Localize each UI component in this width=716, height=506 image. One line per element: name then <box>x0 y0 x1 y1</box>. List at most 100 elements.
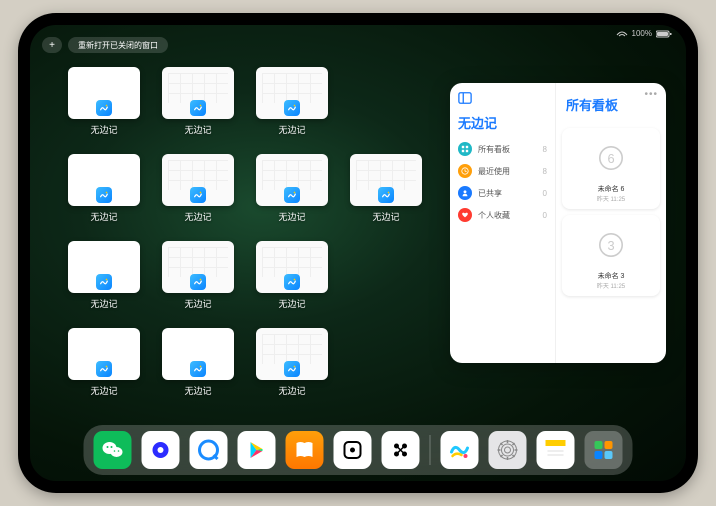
freeform-icon <box>284 100 300 116</box>
freeform-icon <box>96 361 112 377</box>
board-preview: 6 <box>568 134 654 182</box>
window-thumbnail <box>68 67 140 119</box>
dock-app-settings[interactable] <box>489 431 527 469</box>
app-window[interactable]: 无边记 <box>350 154 422 223</box>
window-label: 无边记 <box>90 210 117 223</box>
app-window[interactable]: 无边记 <box>162 241 234 310</box>
freeform-icon <box>378 187 394 203</box>
more-icon[interactable]: ••• <box>644 89 658 100</box>
window-label: 无边记 <box>278 123 305 136</box>
heart-icon <box>458 208 472 222</box>
window-thumbnail <box>162 154 234 206</box>
wifi-icon <box>616 30 628 38</box>
dock-app-dots[interactable] <box>382 431 420 469</box>
tablet-frame: 100% + 重新打开已关闭的窗口 无边记无边记无边记无边记无边记无边记无边记无… <box>18 13 698 493</box>
window-thumbnail <box>68 328 140 380</box>
window-label: 无边记 <box>90 297 117 310</box>
window-thumbnail <box>162 328 234 380</box>
window-label: 无边记 <box>184 210 211 223</box>
window-thumbnail <box>68 241 140 293</box>
panel-boards: ••• 所有看板 6未命名 6昨天 11:253未命名 3昨天 11:25 <box>556 83 666 363</box>
app-window[interactable]: 无边记 <box>68 67 140 136</box>
dock <box>84 425 633 475</box>
window-label: 无边记 <box>372 210 399 223</box>
dock-app-quark[interactable] <box>142 431 180 469</box>
window-label: 无边记 <box>278 384 305 397</box>
app-window[interactable]: 无边记 <box>162 154 234 223</box>
battery-text: 100% <box>632 29 652 38</box>
board-timestamp: 昨天 11:25 <box>568 281 654 290</box>
nav-label: 个人收藏 <box>478 210 537 221</box>
app-window[interactable]: 无边记 <box>256 241 328 310</box>
window-label: 无边记 <box>184 297 211 310</box>
board-timestamp: 昨天 11:25 <box>568 194 654 203</box>
dock-app-books[interactable] <box>286 431 324 469</box>
app-window[interactable]: 无边记 <box>68 154 140 223</box>
person-icon <box>458 186 472 200</box>
reopen-closed-button[interactable]: 重新打开已关闭的窗口 <box>68 37 168 53</box>
freeform-icon <box>284 187 300 203</box>
nav-count: 8 <box>543 145 547 154</box>
freeform-icon <box>190 361 206 377</box>
window-thumbnail <box>256 154 328 206</box>
app-window[interactable]: 无边记 <box>256 154 328 223</box>
dock-app-play[interactable] <box>238 431 276 469</box>
board-preview: 3 <box>568 221 654 269</box>
app-window[interactable]: 无边记 <box>68 328 140 397</box>
dock-app-library[interactable] <box>585 431 623 469</box>
app-window[interactable]: 无边记 <box>162 328 234 397</box>
board-card[interactable]: 6未命名 6昨天 11:25 <box>562 128 660 209</box>
window-thumbnail <box>350 154 422 206</box>
window-thumbnail <box>162 241 234 293</box>
freeform-icon <box>96 274 112 290</box>
board-label: 未命名 6 <box>568 182 654 194</box>
window-thumbnail <box>162 67 234 119</box>
freeform-icon <box>284 274 300 290</box>
window-thumbnail <box>256 67 328 119</box>
app-window[interactable]: 无边记 <box>68 241 140 310</box>
nav-item-person[interactable]: 已共享 0 <box>456 182 549 204</box>
window-label: 无边记 <box>278 210 305 223</box>
window-thumbnail <box>256 328 328 380</box>
battery-icon <box>656 30 672 38</box>
window-label: 无边记 <box>90 384 117 397</box>
freeform-icon <box>190 100 206 116</box>
nav-item-heart[interactable]: 个人收藏 0 <box>456 204 549 226</box>
nav-item-clock[interactable]: 最近使用8 <box>456 160 549 182</box>
freeform-icon <box>284 361 300 377</box>
sidebar-icon[interactable] <box>458 91 472 105</box>
board-card[interactable]: 3 未命名 3昨天 11:25 <box>562 215 660 296</box>
svg-text:3: 3 <box>607 238 614 253</box>
dock-app-qqbrowser[interactable] <box>190 431 228 469</box>
window-label: 无边记 <box>278 297 305 310</box>
nav-label: 最近使用 <box>478 166 537 177</box>
window-thumbnail <box>68 154 140 206</box>
dock-app-wechat[interactable] <box>94 431 132 469</box>
app-window[interactable]: 无边记 <box>256 328 328 397</box>
nav-count: 0 <box>543 211 547 220</box>
nav-item-grid[interactable]: 所有看板8 <box>456 138 549 160</box>
panel-sidebar: 无边记 所有看板8最近使用8已共享0个人收藏0 <box>450 83 556 363</box>
dock-app-freeform[interactable] <box>441 431 479 469</box>
new-window-button[interactable]: + <box>42 37 62 53</box>
window-thumbnail <box>256 241 328 293</box>
clock-icon <box>458 164 472 178</box>
app-window[interactable]: 无边记 <box>256 67 328 136</box>
app-window[interactable]: 无边记 <box>162 67 234 136</box>
nav-count: 0 <box>543 189 547 198</box>
dock-app-notes[interactable] <box>537 431 575 469</box>
dock-app-dice[interactable] <box>334 431 372 469</box>
screen: 100% + 重新打开已关闭的窗口 无边记无边记无边记无边记无边记无边记无边记无… <box>30 25 686 481</box>
nav-label: 已共享 <box>478 188 537 199</box>
freeform-icon <box>96 187 112 203</box>
freeform-icon <box>190 187 206 203</box>
freeform-panel[interactable]: 无边记 所有看板8最近使用8已共享0个人收藏0 ••• 所有看板 6未命名 6昨… <box>450 83 666 363</box>
panel-left-title: 无边记 <box>456 109 549 138</box>
window-label: 无边记 <box>184 384 211 397</box>
window-label: 无边记 <box>184 123 211 136</box>
grid-icon <box>458 142 472 156</box>
top-bar: + 重新打开已关闭的窗口 <box>42 37 168 53</box>
status-bar: 100% <box>616 29 672 38</box>
app-switcher-grid: 无边记无边记无边记无边记无边记无边记无边记无边记无边记无边记无边记无边记无边记 <box>68 67 422 397</box>
board-label: 未命名 3 <box>568 269 654 281</box>
